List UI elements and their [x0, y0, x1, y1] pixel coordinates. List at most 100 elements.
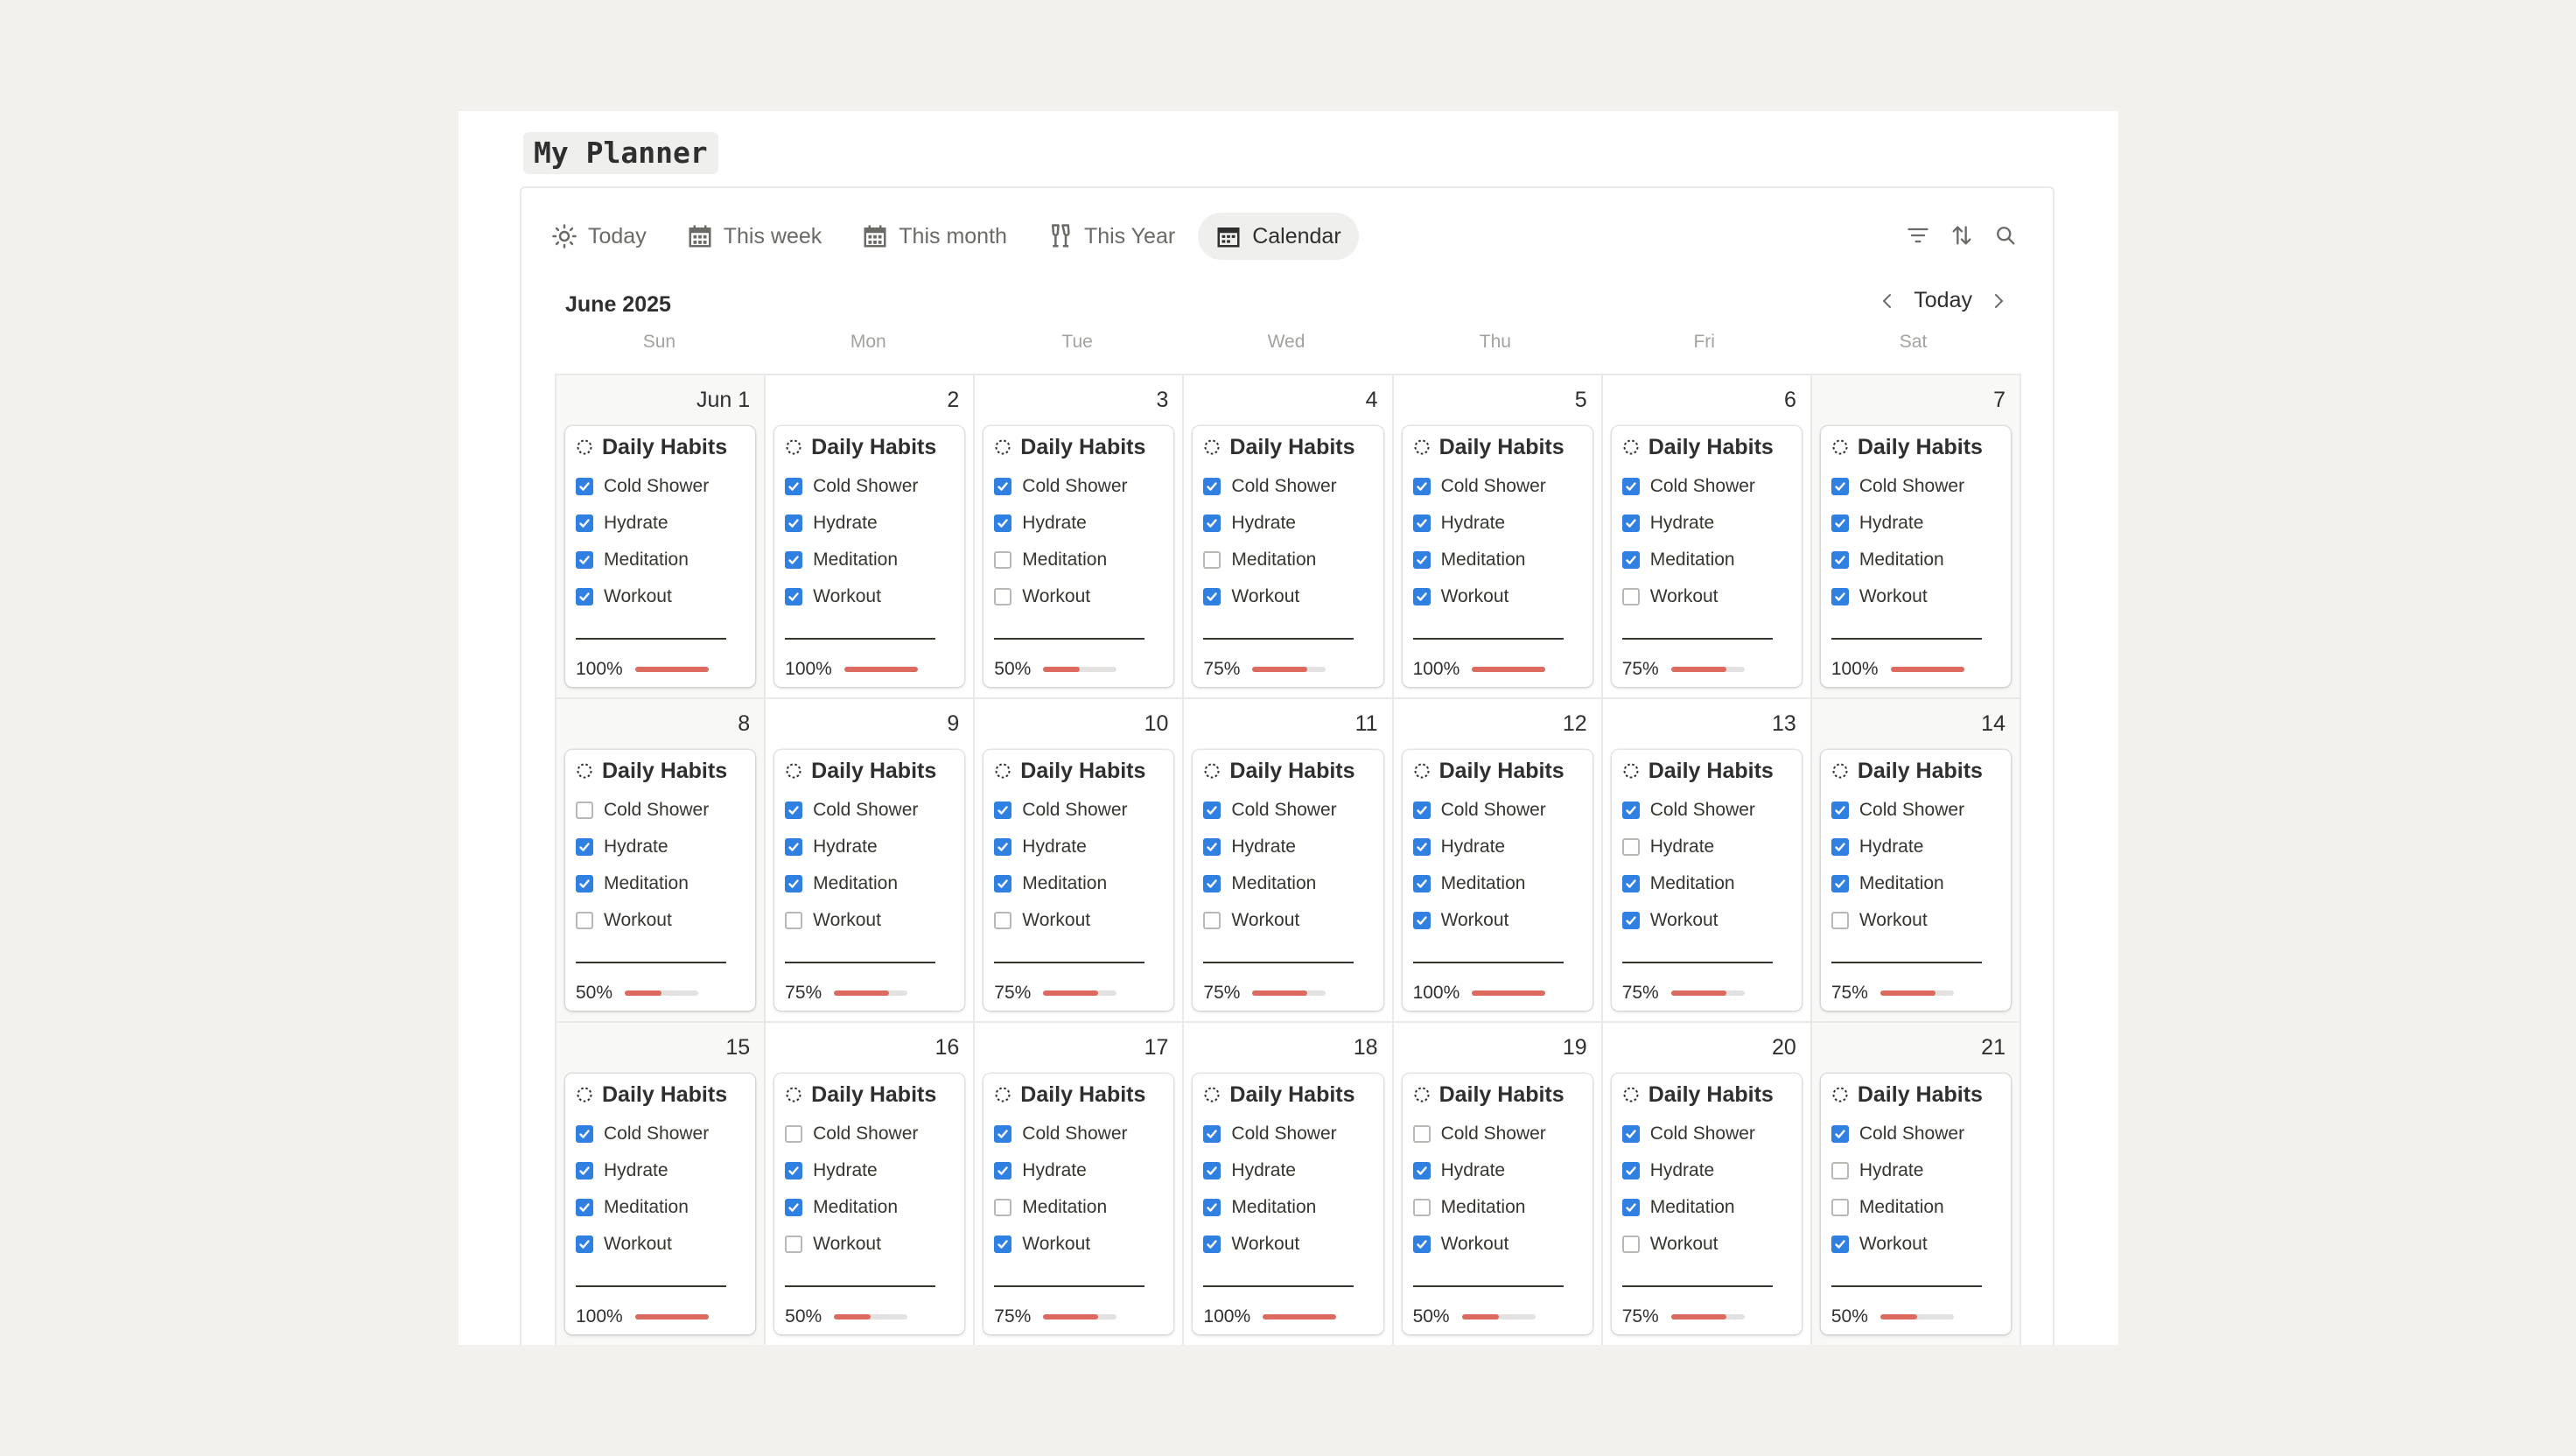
- habit-checkbox[interactable]: [785, 1236, 803, 1253]
- habit-checkbox[interactable]: [1621, 1162, 1640, 1180]
- habit-checkbox[interactable]: [1830, 514, 1849, 532]
- habit-checkbox[interactable]: [576, 514, 593, 532]
- habit-checkbox[interactable]: [1621, 478, 1640, 495]
- daily-habits-card[interactable]: Daily Habits Cold Shower Hydrate Meditation…: [774, 426, 965, 687]
- daily-habits-card[interactable]: Daily Habits Cold Shower Hydrate Meditation…: [1820, 426, 2011, 687]
- habit-checkbox[interactable]: [1621, 802, 1640, 819]
- calendar-day-cell[interactable]: 5 Daily Habits Cold Shower Hydrate Meditatio…: [1393, 375, 1603, 699]
- habit-checkbox[interactable]: [576, 912, 593, 929]
- habit-checkbox[interactable]: [1412, 912, 1431, 929]
- calendar-day-cell[interactable]: 9 Daily Habits Cold Shower Hydrate Meditatio…: [766, 699, 976, 1023]
- habit-checkbox[interactable]: [994, 838, 1012, 856]
- habit-checkbox[interactable]: [1412, 1236, 1431, 1253]
- daily-habits-card[interactable]: Daily Habits Cold Shower Hydrate Meditation…: [774, 750, 965, 1011]
- calendar-day-cell[interactable]: 15 Daily Habits Cold Shower Hydrate Meditati…: [556, 1023, 766, 1345]
- habit-checkbox[interactable]: [1203, 514, 1222, 532]
- calendar-day-cell[interactable]: 16 Daily Habits Cold Shower Hydrate Meditati…: [766, 1023, 976, 1345]
- habit-checkbox[interactable]: [576, 1236, 593, 1253]
- habit-checkbox[interactable]: [1621, 912, 1640, 929]
- habit-checkbox[interactable]: [1621, 514, 1640, 532]
- calendar-day-cell[interactable]: Jun 1 Daily Habits Cold Shower Hydrate Medit…: [556, 375, 766, 699]
- daily-habits-card[interactable]: Daily Habits Cold Shower Hydrate Meditation…: [1402, 426, 1592, 687]
- habit-checkbox[interactable]: [1412, 514, 1431, 532]
- habit-checkbox[interactable]: [576, 802, 593, 819]
- filter-button[interactable]: [1906, 223, 1930, 248]
- habit-checkbox[interactable]: [1412, 838, 1431, 856]
- daily-habits-card[interactable]: Daily Habits Cold Shower Hydrate Meditation…: [984, 426, 1174, 687]
- habit-checkbox[interactable]: [1830, 875, 1849, 892]
- previous-month-button[interactable]: [1877, 290, 1898, 312]
- daily-habits-card[interactable]: Daily Habits Cold Shower Hydrate Meditation…: [565, 750, 756, 1011]
- habit-checkbox[interactable]: [576, 1125, 593, 1143]
- habit-checkbox[interactable]: [785, 1162, 803, 1180]
- habit-checkbox[interactable]: [1203, 1199, 1222, 1216]
- habit-checkbox[interactable]: [576, 875, 593, 892]
- habit-checkbox[interactable]: [576, 1162, 593, 1180]
- habit-checkbox[interactable]: [1621, 588, 1640, 606]
- habit-checkbox[interactable]: [1830, 551, 1849, 569]
- habit-checkbox[interactable]: [785, 1199, 803, 1216]
- habit-checkbox[interactable]: [1412, 478, 1431, 495]
- calendar-day-cell[interactable]: 11 Daily Habits Cold Shower Hydrate Meditati…: [1184, 699, 1394, 1023]
- habit-checkbox[interactable]: [1412, 588, 1431, 606]
- calendar-day-cell[interactable]: 18 Daily Habits Cold Shower Hydrate Meditati…: [1184, 1023, 1394, 1345]
- daily-habits-card[interactable]: Daily Habits Cold Shower Hydrate Meditation…: [984, 1074, 1174, 1334]
- habit-checkbox[interactable]: [994, 912, 1012, 929]
- daily-habits-card[interactable]: Daily Habits Cold Shower Hydrate Meditation…: [774, 1074, 965, 1334]
- habit-checkbox[interactable]: [1830, 912, 1849, 929]
- habit-checkbox[interactable]: [1412, 1162, 1431, 1180]
- next-month-button[interactable]: [1988, 290, 2009, 312]
- habit-checkbox[interactable]: [785, 514, 803, 532]
- habit-checkbox[interactable]: [1203, 1125, 1222, 1143]
- calendar-day-cell[interactable]: 12 Daily Habits Cold Shower Hydrate Meditati…: [1393, 699, 1603, 1023]
- search-button[interactable]: [1993, 223, 2018, 248]
- habit-checkbox[interactable]: [1830, 478, 1849, 495]
- daily-habits-card[interactable]: Daily Habits Cold Shower Hydrate Meditation…: [1193, 1074, 1383, 1334]
- habit-checkbox[interactable]: [1203, 551, 1222, 569]
- today-button[interactable]: Today: [1914, 288, 1972, 313]
- habit-checkbox[interactable]: [1621, 1236, 1640, 1253]
- tab-this-week[interactable]: This week: [669, 213, 840, 260]
- calendar-day-cell[interactable]: 17 Daily Habits Cold Shower Hydrate Meditati…: [975, 1023, 1185, 1345]
- daily-habits-card[interactable]: Daily Habits Cold Shower Hydrate Meditation…: [1611, 750, 1802, 1011]
- habit-checkbox[interactable]: [785, 875, 803, 892]
- habit-checkbox[interactable]: [994, 514, 1012, 532]
- tab-calendar[interactable]: Calendar: [1198, 213, 1359, 260]
- daily-habits-card[interactable]: Daily Habits Cold Shower Hydrate Meditation…: [984, 750, 1174, 1011]
- habit-checkbox[interactable]: [1412, 802, 1431, 819]
- tab-this-year[interactable]: This Year: [1030, 213, 1193, 260]
- daily-habits-card[interactable]: Daily Habits Cold Shower Hydrate Meditation…: [1820, 750, 2011, 1011]
- tab-this-month[interactable]: This month: [844, 213, 1025, 260]
- habit-checkbox[interactable]: [785, 588, 803, 606]
- calendar-day-cell[interactable]: 4 Daily Habits Cold Shower Hydrate Meditatio…: [1184, 375, 1394, 699]
- habit-checkbox[interactable]: [785, 802, 803, 819]
- habit-checkbox[interactable]: [1830, 1162, 1849, 1180]
- habit-checkbox[interactable]: [785, 551, 803, 569]
- sort-button[interactable]: [1950, 223, 1974, 248]
- calendar-day-cell[interactable]: 10 Daily Habits Cold Shower Hydrate Meditati…: [975, 699, 1185, 1023]
- habit-checkbox[interactable]: [994, 1125, 1012, 1143]
- calendar-day-cell[interactable]: 19 Daily Habits Cold Shower Hydrate Meditati…: [1394, 1023, 1603, 1345]
- habit-checkbox[interactable]: [994, 1199, 1012, 1216]
- calendar-day-cell[interactable]: 14 Daily Habits Cold Shower Hydrate Meditati…: [1811, 699, 2021, 1023]
- habit-checkbox[interactable]: [1830, 838, 1849, 856]
- habit-checkbox[interactable]: [1830, 1199, 1849, 1216]
- habit-checkbox[interactable]: [994, 551, 1012, 569]
- habit-checkbox[interactable]: [994, 1236, 1012, 1253]
- habit-checkbox[interactable]: [994, 875, 1012, 892]
- habit-checkbox[interactable]: [1203, 802, 1222, 819]
- habit-checkbox[interactable]: [1412, 875, 1431, 892]
- habit-checkbox[interactable]: [1203, 912, 1222, 929]
- habit-checkbox[interactable]: [576, 838, 593, 856]
- habit-checkbox[interactable]: [785, 912, 803, 929]
- habit-checkbox[interactable]: [1203, 478, 1222, 495]
- daily-habits-card[interactable]: Daily Habits Cold Shower Hydrate Meditation…: [565, 1074, 756, 1334]
- habit-checkbox[interactable]: [1412, 1125, 1431, 1143]
- habit-checkbox[interactable]: [994, 802, 1012, 819]
- daily-habits-card[interactable]: Daily Habits Cold Shower Hydrate Meditation…: [1611, 1074, 1802, 1334]
- habit-checkbox[interactable]: [994, 588, 1012, 606]
- tab-today[interactable]: Today: [534, 213, 664, 260]
- calendar-day-cell[interactable]: 20 Daily Habits Cold Shower Hydrate Meditati…: [1603, 1023, 1812, 1345]
- habit-checkbox[interactable]: [576, 478, 593, 495]
- habit-checkbox[interactable]: [1621, 875, 1640, 892]
